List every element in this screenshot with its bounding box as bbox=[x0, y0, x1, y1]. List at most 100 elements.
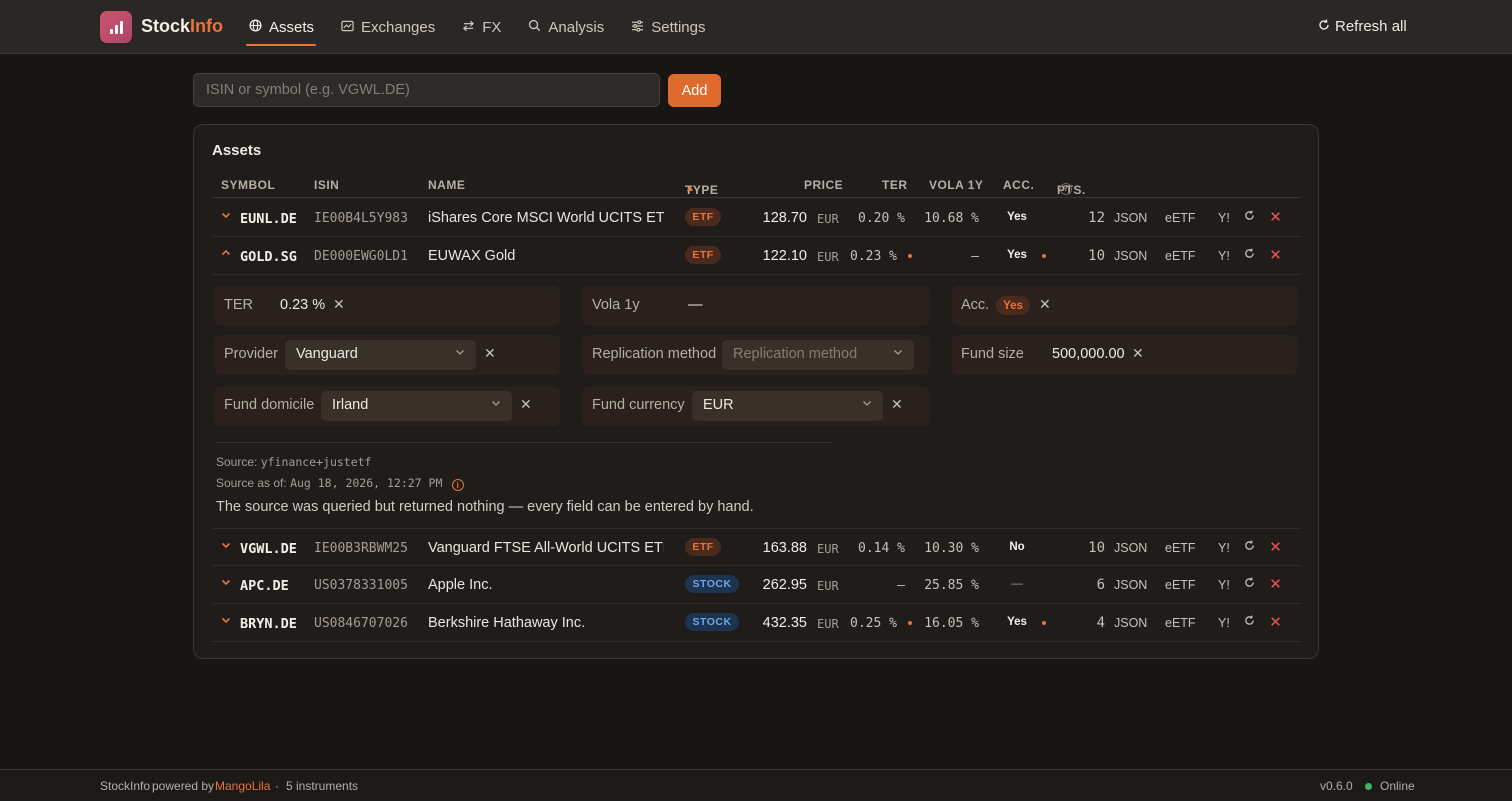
yahoo-button[interactable]: Y! bbox=[1218, 578, 1230, 592]
provider-value: Vanguard bbox=[296, 346, 358, 362]
refresh-icon bbox=[1318, 18, 1330, 35]
override-dot bbox=[1042, 254, 1046, 258]
provider-select[interactable]: Vanguard bbox=[285, 340, 476, 370]
eetf-button[interactable]: eETF bbox=[1165, 249, 1196, 263]
refresh-icon[interactable] bbox=[1244, 615, 1255, 629]
yahoo-button[interactable]: Y! bbox=[1218, 541, 1230, 555]
json-button[interactable]: JSON bbox=[1114, 211, 1147, 225]
chevron-up-icon[interactable] bbox=[221, 247, 231, 261]
eetf-button[interactable]: eETF bbox=[1165, 616, 1196, 630]
row-ter: — bbox=[897, 578, 905, 593]
refresh-all-button[interactable]: Refresh all bbox=[1318, 18, 1407, 35]
clear-fund-size-icon[interactable]: ✕ bbox=[1132, 345, 1144, 362]
brand-text-info: Info bbox=[190, 16, 224, 36]
domicile-value: Irland bbox=[332, 397, 369, 413]
row-acc: Yes bbox=[1007, 211, 1027, 223]
footer-author-link[interactable]: MangoLila bbox=[215, 779, 270, 793]
refresh-icon[interactable] bbox=[1244, 248, 1255, 262]
ter-value[interactable]: 0.23 % bbox=[280, 297, 325, 313]
delete-icon[interactable] bbox=[1270, 539, 1281, 555]
row-price: 122.10 bbox=[762, 248, 807, 264]
nav-tab-settings[interactable]: Settings bbox=[628, 0, 707, 54]
detail-divider bbox=[215, 442, 832, 443]
sort-asc-icon: ▲ bbox=[685, 183, 696, 194]
row-currency: EUR bbox=[817, 542, 839, 556]
json-button[interactable]: JSON bbox=[1114, 249, 1147, 263]
col-vola[interactable]: VOLA 1Y bbox=[929, 178, 983, 192]
table-row-expanded[interactable]: GOLD.SG DE000EWG0LD1 EUWAX Gold ETF 122.… bbox=[212, 237, 1301, 275]
yahoo-button[interactable]: Y! bbox=[1218, 616, 1230, 630]
type-badge: STOCK bbox=[685, 575, 739, 593]
row-price: 128.70 bbox=[762, 210, 807, 226]
nav-tab-fx-label: FX bbox=[482, 18, 502, 36]
col-name[interactable]: NAME bbox=[428, 178, 465, 192]
json-button[interactable]: JSON bbox=[1114, 616, 1147, 630]
col-price[interactable]: PRICE bbox=[804, 178, 843, 192]
table-header: SYMBOL ISIN NAME TYPE ▲ PRICE TER VOLA 1… bbox=[212, 173, 1301, 198]
nav-tab-exchanges[interactable]: Exchanges bbox=[338, 0, 437, 54]
isin-search-input[interactable] bbox=[193, 73, 660, 107]
help-icon[interactable]: ? bbox=[1060, 183, 1072, 195]
nav-tab-fx[interactable]: FX bbox=[459, 0, 503, 54]
fund-currency-select[interactable]: EUR bbox=[692, 391, 883, 421]
clear-acc-icon[interactable]: ✕ bbox=[1039, 296, 1051, 313]
delete-icon[interactable] bbox=[1270, 576, 1281, 592]
delete-icon[interactable] bbox=[1270, 614, 1281, 630]
footer: StockInfo powered by MangoLila · 5 instr… bbox=[0, 769, 1512, 801]
table-row[interactable]: VGWL.DE IE00B3RBWM25 Vanguard FTSE All-W… bbox=[212, 528, 1301, 566]
col-acc[interactable]: ACC. bbox=[1003, 178, 1034, 192]
json-button[interactable]: JSON bbox=[1114, 578, 1147, 592]
provider-label: Provider bbox=[224, 346, 278, 362]
refresh-icon[interactable] bbox=[1244, 577, 1255, 591]
chevron-down-icon[interactable] bbox=[221, 576, 231, 590]
fund-size-label: Fund size bbox=[961, 346, 1024, 362]
add-button[interactable]: Add bbox=[668, 74, 721, 107]
chevron-down-icon[interactable] bbox=[221, 209, 231, 223]
app-brand[interactable]: StockInfo bbox=[141, 16, 223, 37]
clear-currency-icon[interactable]: ✕ bbox=[891, 396, 903, 413]
col-isin[interactable]: ISIN bbox=[314, 178, 339, 192]
nav-tab-assets[interactable]: Assets bbox=[246, 0, 317, 54]
table-row[interactable]: BRYN.DE US0846707026 Berkshire Hathaway … bbox=[212, 604, 1301, 642]
table-row[interactable]: EUNL.DE IE00B4L5Y983 iShares Core MSCI W… bbox=[212, 199, 1301, 237]
chevron-down-icon[interactable] bbox=[221, 614, 231, 628]
eetf-button[interactable]: eETF bbox=[1165, 578, 1196, 592]
chevron-down-icon[interactable] bbox=[221, 539, 231, 553]
domicile-select[interactable]: Irland bbox=[321, 391, 512, 421]
row-symbol: BRYN.DE bbox=[240, 616, 297, 632]
clear-ter-icon[interactable]: ✕ bbox=[333, 296, 345, 313]
chevron-down-icon bbox=[862, 398, 872, 411]
domicile-label: Fund domicile bbox=[224, 397, 315, 413]
row-ter: 0.23 % bbox=[850, 249, 897, 264]
bar-chart-icon[interactable] bbox=[100, 11, 132, 43]
nav-tab-analysis-label: Analysis bbox=[548, 18, 605, 36]
row-pts: 6 bbox=[1096, 577, 1105, 593]
refresh-icon[interactable] bbox=[1244, 540, 1255, 554]
refresh-all-label: Refresh all bbox=[1335, 18, 1407, 35]
replication-select[interactable]: Replication method bbox=[722, 340, 914, 370]
json-button[interactable]: JSON bbox=[1114, 541, 1147, 555]
delete-icon[interactable] bbox=[1270, 247, 1281, 263]
eetf-button[interactable]: eETF bbox=[1165, 211, 1196, 225]
delete-icon[interactable] bbox=[1270, 209, 1281, 225]
row-price: 262.95 bbox=[762, 577, 807, 593]
ter-label: TER bbox=[224, 297, 253, 313]
nav-tab-analysis[interactable]: Analysis bbox=[525, 0, 606, 54]
col-symbol[interactable]: SYMBOL bbox=[221, 178, 275, 192]
yahoo-button[interactable]: Y! bbox=[1218, 249, 1230, 263]
nav-tab-settings-label: Settings bbox=[651, 18, 706, 36]
detail-domicile-card: Fund domicile Irland ✕ bbox=[215, 386, 560, 426]
override-dot bbox=[908, 254, 912, 258]
table-row[interactable]: APC.DE US0378331005 Apple Inc. STOCK 262… bbox=[212, 566, 1301, 604]
fund-size-value[interactable]: 500,000.00 bbox=[1052, 346, 1125, 362]
eetf-button[interactable]: eETF bbox=[1165, 541, 1196, 555]
clear-provider-icon[interactable]: ✕ bbox=[484, 345, 496, 362]
acc-yes-pill[interactable]: Yes bbox=[996, 296, 1030, 315]
info-icon[interactable]: i bbox=[451, 479, 464, 491]
row-vola: 10.30 % bbox=[924, 541, 979, 556]
col-ter[interactable]: TER bbox=[882, 178, 908, 192]
yahoo-button[interactable]: Y! bbox=[1218, 211, 1230, 225]
refresh-icon[interactable] bbox=[1244, 210, 1255, 224]
row-currency: EUR bbox=[817, 212, 839, 226]
clear-domicile-icon[interactable]: ✕ bbox=[520, 396, 532, 413]
